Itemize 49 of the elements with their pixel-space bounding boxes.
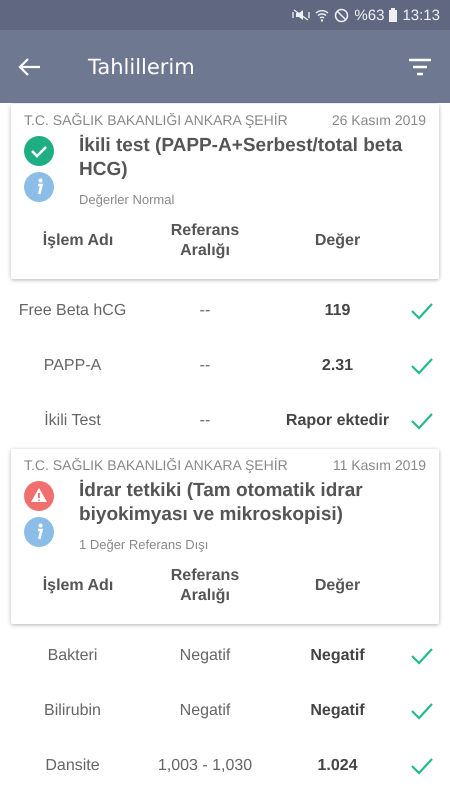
- result-summary: 1 Değer Referans Dışı: [79, 537, 210, 552]
- hospital-name: T.C. SAĞLIK BAKANLIĞI ANKARA ŞEHİR: [24, 112, 288, 128]
- clock-time: 13:13: [402, 6, 440, 24]
- column-header: Referans Aralığı: [170, 221, 240, 261]
- back-button[interactable]: [18, 56, 42, 76]
- result-card[interactable]: T.C. SAĞLIK BAKANLIĞI ANKARA ŞEHİR 11 Kasım 2019 İdrar tetkiki (Tam otomatik idrar biyokimyası ve mikroskopisi) 1 Değer Referans Dışı İşlem Adı Referans Aralığı Değer: [11, 449, 439, 624]
- result-date: 26 Kasım 2019: [332, 112, 426, 128]
- test-value: 1.024: [317, 756, 358, 774]
- check-icon: [410, 702, 434, 720]
- test-name: PAPP-A: [44, 356, 102, 374]
- hospital-name: T.C. SAĞLIK BAKANLIĞI ANKARA ŞEHİR: [24, 457, 288, 473]
- filter-button[interactable]: [408, 58, 432, 76]
- test-name: İkili Test: [44, 412, 101, 430]
- battery-percent: %63: [354, 6, 384, 24]
- result-summary: Değerler Normal: [79, 192, 176, 207]
- reference-range: --: [200, 356, 210, 374]
- test-name: Dansite: [45, 756, 100, 774]
- check-icon: [410, 302, 434, 320]
- check-icon: [410, 756, 434, 774]
- check-icon: [410, 356, 434, 374]
- result-card[interactable]: T.C. SAĞLIK BAKANLIĞI ANKARA ŞEHİR 26 Kasım 2019 İkili test (PAPP-A+Serbest/total beta HCG) Değerler Normal İşlem Adı Referans Aralığı Değer: [11, 104, 439, 279]
- reference-range: 1,003 - 1,030: [158, 756, 252, 774]
- test-name: Free Beta hCG: [18, 302, 126, 320]
- check-icon: [410, 412, 434, 430]
- column-header: İşlem Adı: [42, 231, 114, 251]
- column-header: Referans Aralığı: [170, 566, 240, 606]
- test-name: Bakteri: [48, 646, 98, 664]
- column-header: Değer: [314, 576, 362, 596]
- mute-icon: [292, 8, 310, 22]
- reference-range: --: [200, 412, 210, 430]
- test-title: İdrar tetkiki (Tam otomatik idrar biyokimyası ve mikroskopisi): [79, 479, 364, 527]
- test-value: Negatif: [310, 702, 365, 720]
- blocked-icon: [334, 8, 350, 22]
- screen-title: Tahlillerim: [88, 54, 196, 78]
- wifi-icon: [315, 8, 330, 22]
- test-value: Negatif: [310, 646, 365, 664]
- reference-range: Negatif: [180, 702, 230, 720]
- reference-range: --: [200, 302, 210, 320]
- result-date: 11 Kasım 2019: [332, 457, 426, 473]
- test-title: İkili test (PAPP-A+Serbest/total beta HCG): [79, 134, 404, 182]
- check-icon: [410, 646, 434, 664]
- test-value: 2.31: [322, 356, 354, 374]
- battery-icon: [389, 8, 398, 22]
- column-header: Değer: [314, 231, 362, 251]
- column-header: İşlem Adı: [42, 576, 114, 596]
- test-name: Bilirubin: [44, 702, 101, 720]
- test-value: Rapor ektedir: [286, 412, 390, 430]
- test-value: 119: [324, 302, 350, 320]
- reference-range: Negatif: [180, 646, 230, 664]
